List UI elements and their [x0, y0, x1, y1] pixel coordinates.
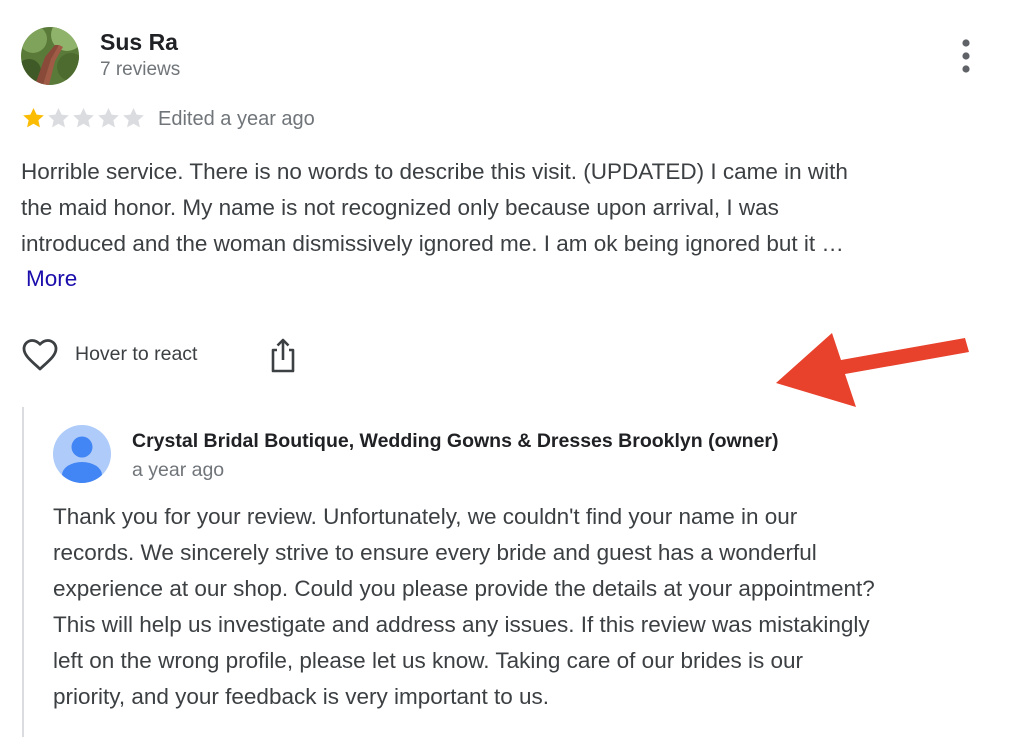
star-filled-icon	[23, 108, 44, 128]
reviewer-name[interactable]: Sus Ra	[100, 28, 178, 56]
star-empty-icon	[98, 108, 119, 128]
review-date: Edited a year ago	[158, 108, 315, 130]
person-avatar-icon	[53, 425, 111, 483]
share-button[interactable]	[268, 336, 298, 374]
reviewer-review-count[interactable]: 7 reviews	[100, 58, 180, 82]
owner-response-date: a year ago	[132, 459, 225, 481]
more-vert-icon	[962, 39, 970, 73]
react-label[interactable]: Hover to react	[75, 341, 197, 367]
share-icon	[271, 338, 295, 373]
owner-name: Crystal Bridal Boutique, Wedding Gowns &…	[132, 430, 779, 452]
annotation-arrow	[770, 330, 975, 412]
owner-response-divider	[22, 407, 24, 737]
owner-response-text: Thank you for your review. Unfortunately…	[53, 504, 875, 709]
star-rating	[21, 107, 146, 129]
more-options-button[interactable]	[948, 34, 984, 78]
more-link[interactable]: More	[26, 263, 77, 295]
star-empty-icon	[123, 108, 144, 128]
reviewer-photo	[21, 27, 79, 85]
red-arrow-icon	[776, 333, 969, 407]
star-empty-icon	[73, 108, 94, 128]
react-button[interactable]	[21, 337, 59, 373]
reviewer-avatar[interactable]	[21, 27, 79, 85]
review-text: Horrible service. There is no words to d…	[21, 159, 848, 256]
owner-avatar[interactable]	[53, 425, 111, 483]
star-empty-icon	[48, 108, 69, 128]
heart-outline-icon	[22, 339, 58, 371]
